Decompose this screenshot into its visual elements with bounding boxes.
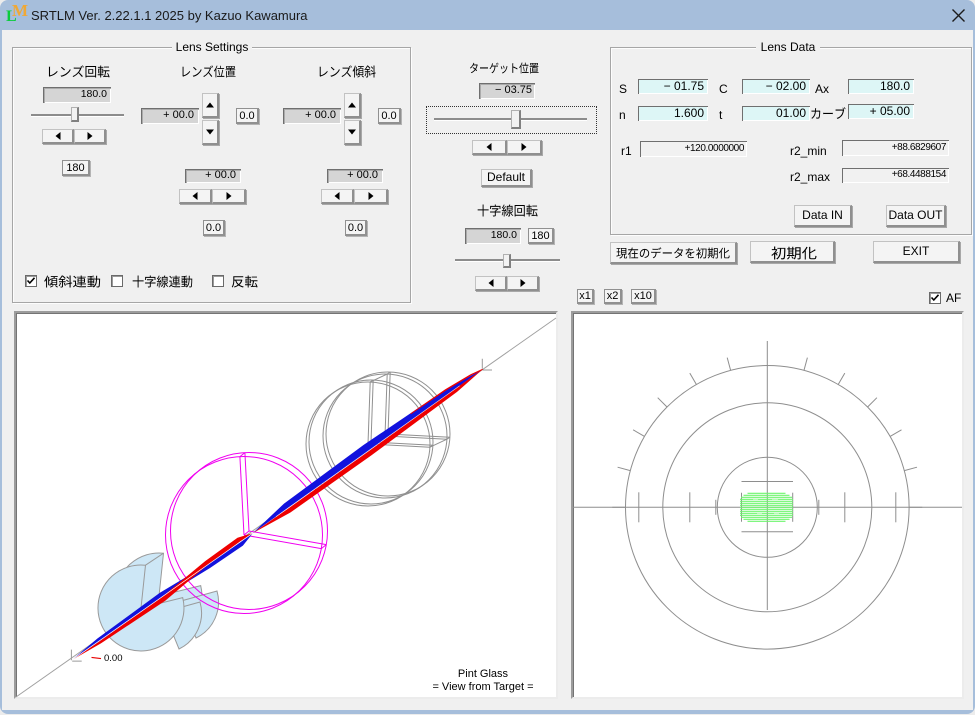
svg-text:Pint Glass: Pint Glass [458,668,509,680]
svg-text:0.00: 0.00 [104,653,123,664]
svg-text:= View from Target =: = View from Target = [432,681,533,693]
